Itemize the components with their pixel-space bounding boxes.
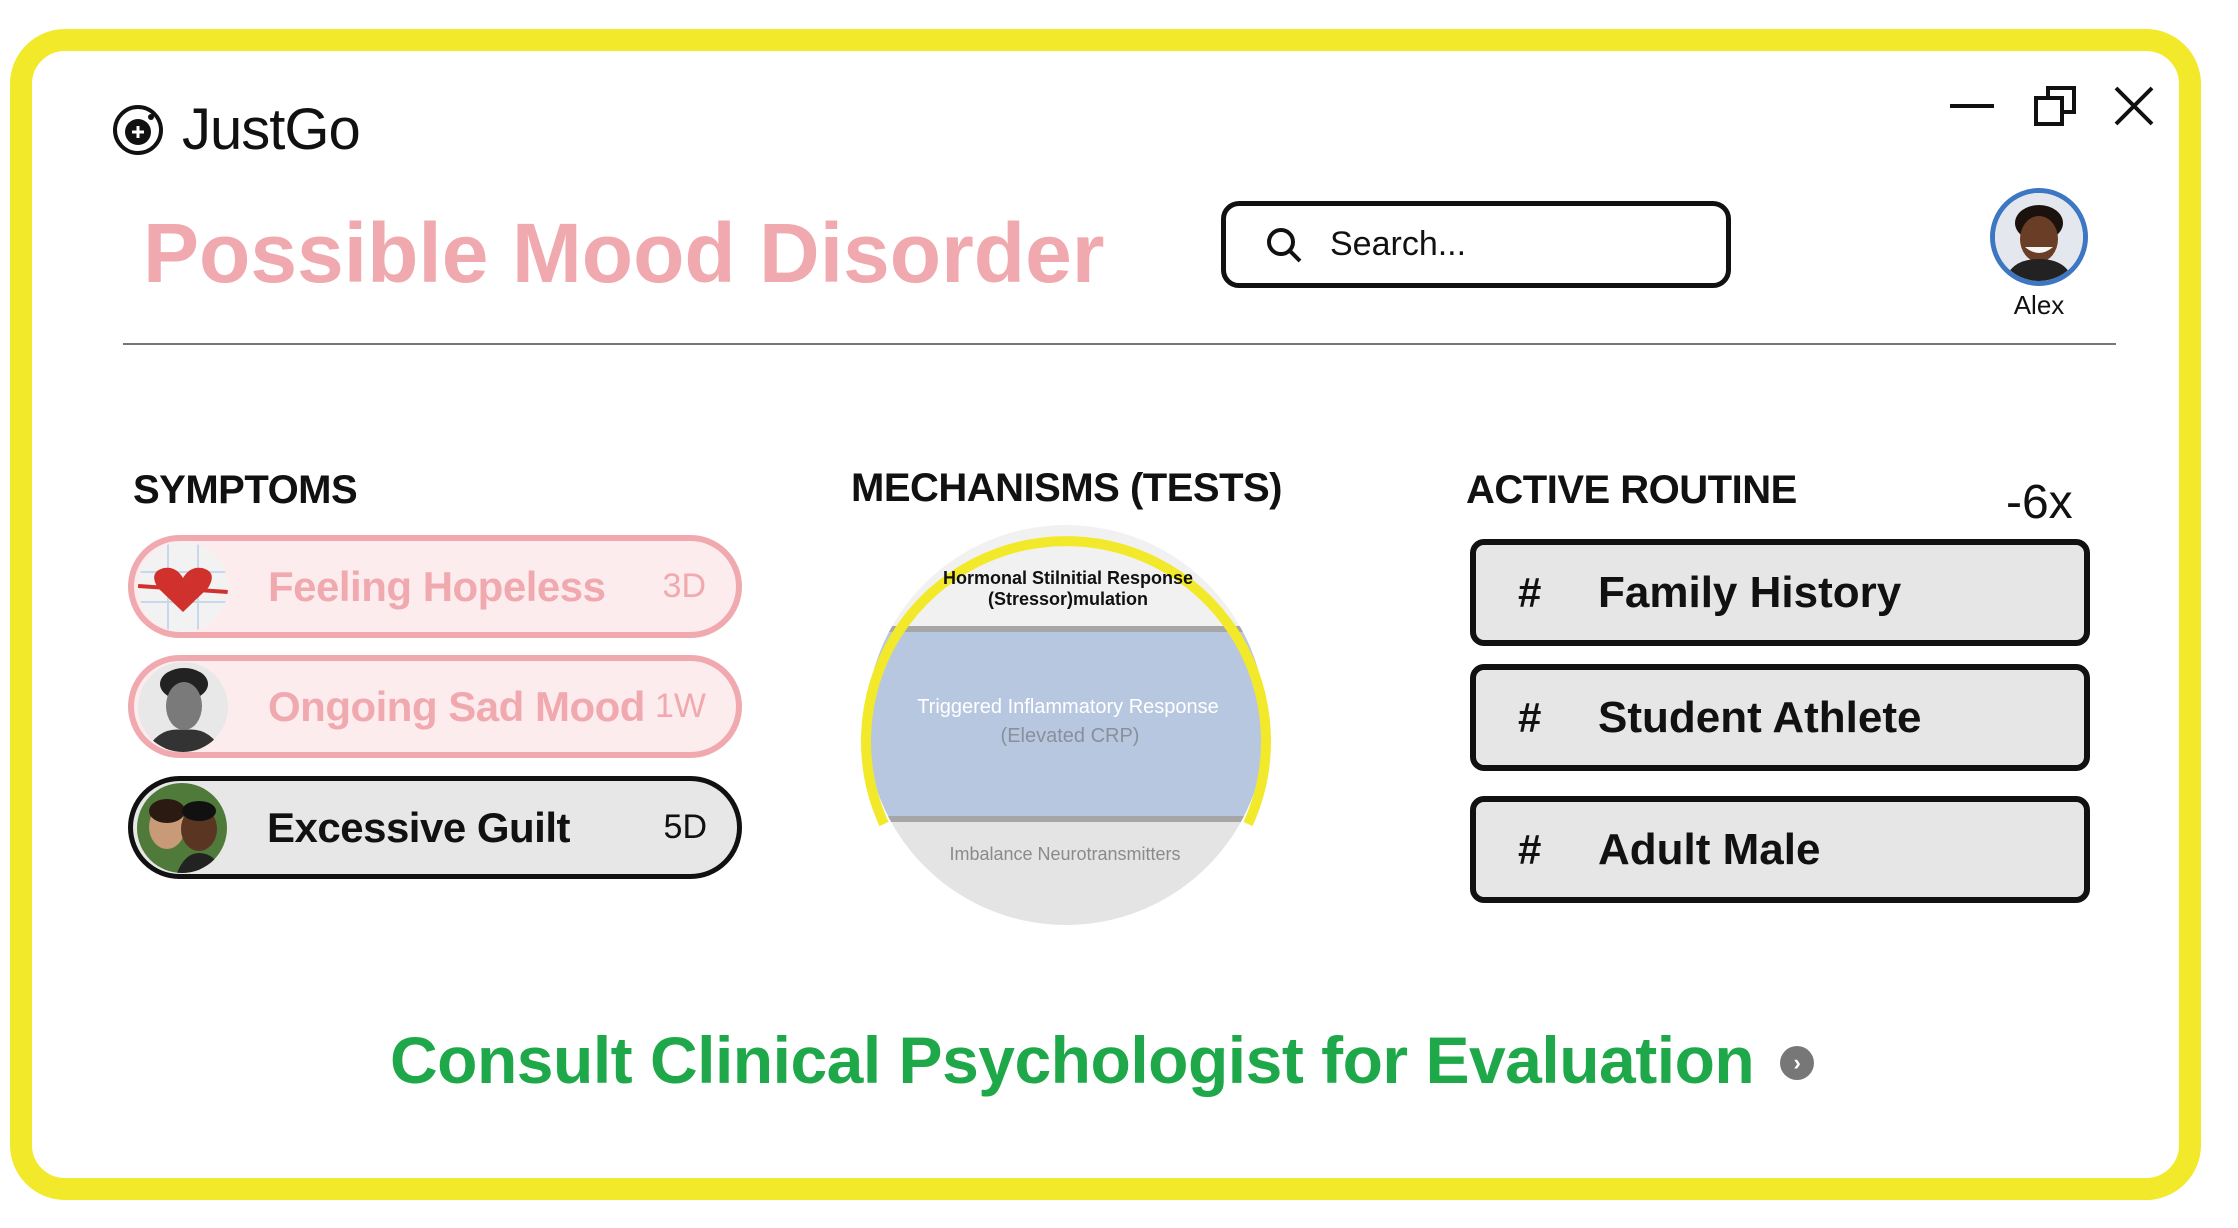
search-box[interactable] [1221,201,1731,288]
symptom-item-ongoing-sad-mood[interactable]: Ongoing Sad Mood 1W [128,655,742,758]
symptom-item-excessive-guilt[interactable]: Excessive Guilt 5D [128,776,742,879]
symptom-thumbnail [138,541,228,632]
symptom-label: Excessive Guilt [267,803,571,851]
symptom-item-feeling-hopeless[interactable]: Feeling Hopeless 3D [128,535,742,638]
routine-heading: ACTIVE ROUTINE [1466,468,1797,512]
minimize-button[interactable] [1946,80,1998,132]
symptom-duration: 1W [655,687,706,725]
search-icon [1267,227,1302,262]
close-icon [2114,86,2154,126]
logo-icon [113,104,163,155]
cta-label: Consult Clinical Psychologist for Evalua… [390,1023,1755,1097]
user-avatar[interactable] [1990,188,2088,286]
mechanism-layer-1-line2: (Stressor)mulation [988,589,1148,609]
mechanism-layer-2-line2: (Elevated CRP) [1001,725,1140,747]
symptom-label: Feeling Hopeless [268,562,606,610]
app-name: JustGo [182,97,361,162]
restore-icon [2034,86,2076,126]
mechanisms-diagram: Hormonal Stilnitial Response (Stressor)m… [861,525,1271,925]
symptom-thumbnail [137,782,227,873]
routine-item-adult-male[interactable]: # Adult Male [1470,796,2090,903]
routine-label: Adult Male [1598,824,1821,874]
restore-button[interactable] [2030,80,2082,132]
routine-label: Family History [1598,567,1902,617]
mechanism-layer-1-line1: Hormonal Stilnitial Response [943,568,1193,588]
minimize-icon [1950,104,1994,108]
symptom-duration: 5D [663,808,707,846]
chevron-right-icon: › [1780,1046,1815,1080]
symptom-duration: 3D [662,567,706,605]
close-button[interactable] [2108,80,2160,132]
routine-item-student-athlete[interactable]: # Student Athlete [1470,664,2090,771]
hashtag-icon: # [1518,568,1542,616]
mechanism-layer-3-line1: Imbalance Neurotransmitters [949,844,1180,864]
user-name: Alex [2013,290,2065,320]
hashtag-icon: # [1518,693,1542,741]
routine-label: Student Athlete [1598,692,1922,742]
symptoms-heading: SYMPTOMS [133,468,358,512]
routine-item-family-history[interactable]: # Family History [1470,539,2090,646]
symptom-label: Ongoing Sad Mood [268,682,645,730]
symptom-thumbnail [138,661,228,752]
search-input[interactable] [1330,225,1710,264]
routine-multiplier: -6x [2006,476,2073,529]
header-divider [123,343,2116,345]
avatar-portrait [1995,193,2083,281]
mechanism-layer-2-line1: Triggered Inflammatory Response [917,696,1219,718]
consult-cta-link[interactable]: Consult Clinical Psychologist for Evalua… [390,1022,1815,1098]
hashtag-icon: # [1518,825,1542,873]
mechanisms-heading: MECHANISMS (TESTS) [851,466,1283,510]
page-title: Possible Mood Disorder [143,206,1105,300]
app-logo: JustGo [112,96,361,163]
